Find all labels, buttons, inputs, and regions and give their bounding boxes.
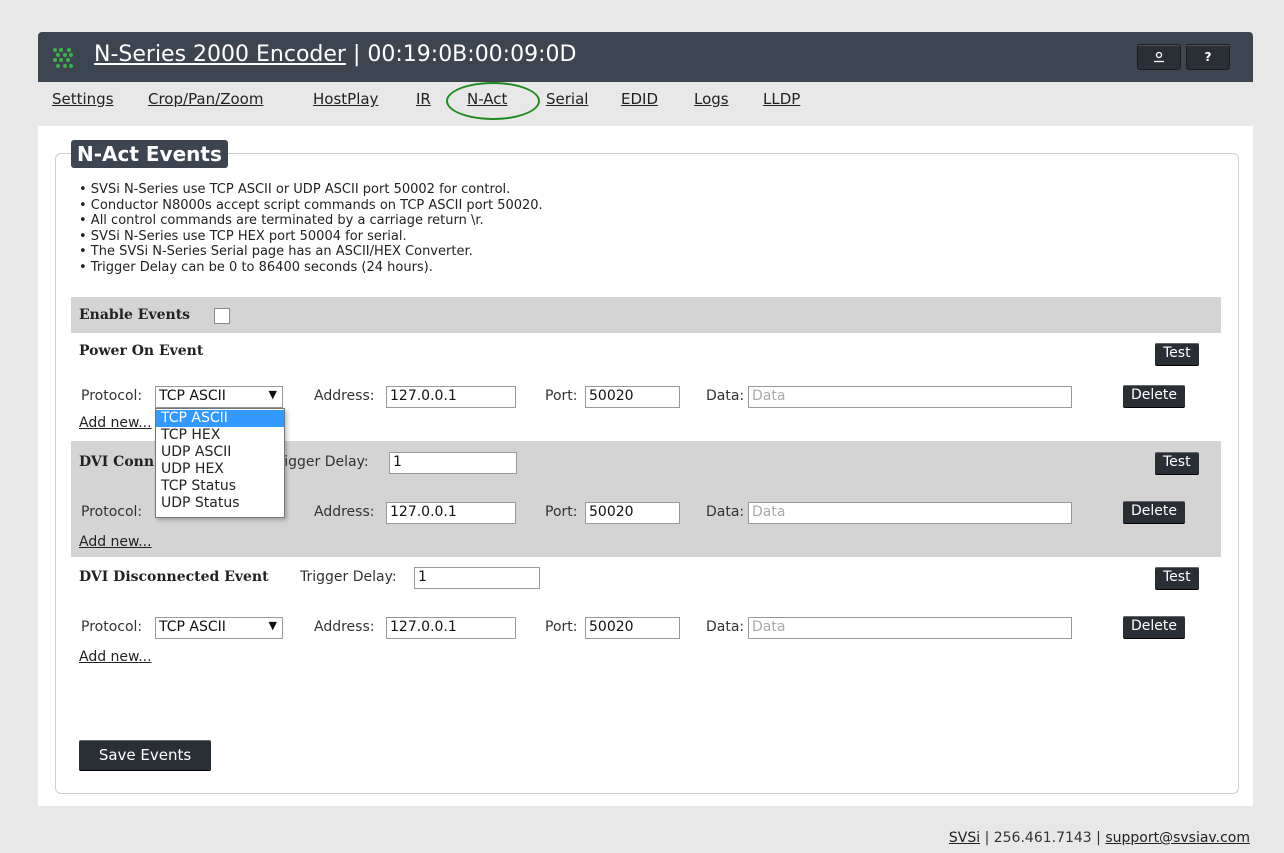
note-item: • Trigger Delay can be 0 to 86400 second… xyxy=(79,259,433,275)
note-item: • SVSi N-Series use TCP HEX port 50004 f… xyxy=(79,228,407,244)
test-button[interactable]: Test xyxy=(1155,452,1199,474)
nav-logs[interactable]: Logs xyxy=(694,90,729,108)
test-button[interactable]: Test xyxy=(1155,343,1199,365)
active-tab-highlight xyxy=(446,82,540,120)
dropdown-option[interactable]: TCP HEX xyxy=(156,427,284,444)
protocol-label: Protocol: xyxy=(81,619,143,635)
footer: SVSi | 256.461.7143 | support@svsiav.com xyxy=(948,830,1250,846)
chevron-down-icon: ▼ xyxy=(268,619,277,632)
product-link[interactable]: N-Series 2000 Encoder xyxy=(94,42,346,67)
dropdown-option[interactable]: TCP Status xyxy=(156,478,284,495)
note-item: • All control commands are terminated by… xyxy=(79,213,484,228)
protocol-select[interactable]: TCP ASCII ▼ xyxy=(155,386,283,408)
data-label: Data: xyxy=(706,619,745,635)
port-label: Port: xyxy=(545,619,578,635)
trigger-delay-input[interactable]: 1 xyxy=(389,452,517,474)
note-item: • Conductor N8000s accept script command… xyxy=(79,197,543,213)
address-input[interactable]: 127.0.0.1 xyxy=(386,386,516,408)
port-input[interactable]: 50020 xyxy=(585,617,680,639)
address-label: Address: xyxy=(314,619,375,635)
trigger-delay-label: Trigger Delay: xyxy=(300,569,397,585)
delete-button[interactable]: Delete xyxy=(1123,616,1185,638)
address-label: Address: xyxy=(314,388,375,404)
nav-ir[interactable]: IR xyxy=(416,90,431,108)
data-input[interactable]: Data xyxy=(748,502,1072,524)
data-label: Data: xyxy=(706,504,745,520)
delete-button[interactable]: Delete xyxy=(1123,385,1185,407)
dropdown-option[interactable]: UDP Status xyxy=(156,495,284,512)
port-label: Port: xyxy=(545,388,578,404)
trigger-delay-label: Trigger Delay: xyxy=(272,454,369,470)
note-item: • The SVSi N-Series Serial page has an A… xyxy=(79,244,473,259)
note-item: • SVSi N-Series use TCP ASCII or UDP ASC… xyxy=(79,182,511,197)
address-label: Address: xyxy=(314,504,375,520)
protocol-dropdown-list[interactable]: TCP ASCII TCP HEX UDP ASCII UDP HEX TCP … xyxy=(155,408,285,518)
nav-hostplay[interactable]: HostPlay xyxy=(313,90,378,108)
dropdown-option[interactable]: UDP HEX xyxy=(156,461,284,478)
nav-serial[interactable]: Serial xyxy=(546,90,588,108)
protocol-label: Protocol: xyxy=(81,388,143,404)
add-new-link[interactable]: Add new... xyxy=(79,649,152,665)
user-icon xyxy=(1154,51,1164,63)
header-bar: N-Series 2000 Encoder | 00:19:0B:00:09:0… xyxy=(38,32,1253,82)
nav-settings[interactable]: Settings xyxy=(52,90,114,108)
event-name: DVI Conn xyxy=(79,454,155,470)
address-input[interactable]: 127.0.0.1 xyxy=(386,617,516,639)
section-title: N-Act Events xyxy=(71,140,228,168)
data-label: Data: xyxy=(706,388,745,404)
data-input[interactable]: Data xyxy=(748,386,1072,408)
page-title: N-Series 2000 Encoder | 00:19:0B:00:09:0… xyxy=(94,42,577,67)
add-new-link[interactable]: Add new... xyxy=(79,534,152,550)
dropdown-option[interactable]: UDP ASCII xyxy=(156,444,284,461)
protocol-label: Protocol: xyxy=(81,504,143,520)
enable-events-row xyxy=(71,297,1221,333)
save-events-button[interactable]: Save Events xyxy=(79,740,211,770)
port-label: Port: xyxy=(545,504,578,520)
mac-address: 00:19:0B:00:09:0D xyxy=(367,42,577,67)
protocol-select[interactable]: TCP ASCII ▼ xyxy=(155,617,283,639)
chevron-down-icon: ▼ xyxy=(268,388,277,401)
nav-edid[interactable]: EDID xyxy=(621,90,658,108)
svsi-logo-icon xyxy=(53,48,73,68)
help-icon: ? xyxy=(1204,50,1212,64)
dropdown-option[interactable]: TCP ASCII xyxy=(156,410,284,427)
nav-crop-pan-zoom[interactable]: Crop/Pan/Zoom xyxy=(148,90,263,108)
trigger-delay-input[interactable]: 1 xyxy=(414,567,540,589)
enable-events-checkbox[interactable] xyxy=(214,308,230,324)
footer-company-link[interactable]: SVSi xyxy=(949,830,980,846)
nav-lldp[interactable]: LLDP xyxy=(763,90,800,108)
event-name: DVI Disconnected Event xyxy=(79,569,269,585)
test-button[interactable]: Test xyxy=(1155,567,1199,589)
notes-list: • SVSi N-Series use TCP ASCII or UDP ASC… xyxy=(79,182,543,275)
port-input[interactable]: 50020 xyxy=(585,502,680,524)
address-input[interactable]: 127.0.0.1 xyxy=(386,502,516,524)
footer-email-link[interactable]: support@svsiav.com xyxy=(1105,830,1250,846)
help-button[interactable]: ? xyxy=(1186,44,1230,70)
user-button[interactable] xyxy=(1137,44,1181,70)
data-input[interactable]: Data xyxy=(748,617,1072,639)
enable-events-label: Enable Events xyxy=(79,307,191,323)
event-name: Power On Event xyxy=(79,343,204,359)
delete-button[interactable]: Delete xyxy=(1123,501,1185,523)
add-new-link[interactable]: Add new... xyxy=(79,415,152,431)
port-input[interactable]: 50020 xyxy=(585,386,680,408)
